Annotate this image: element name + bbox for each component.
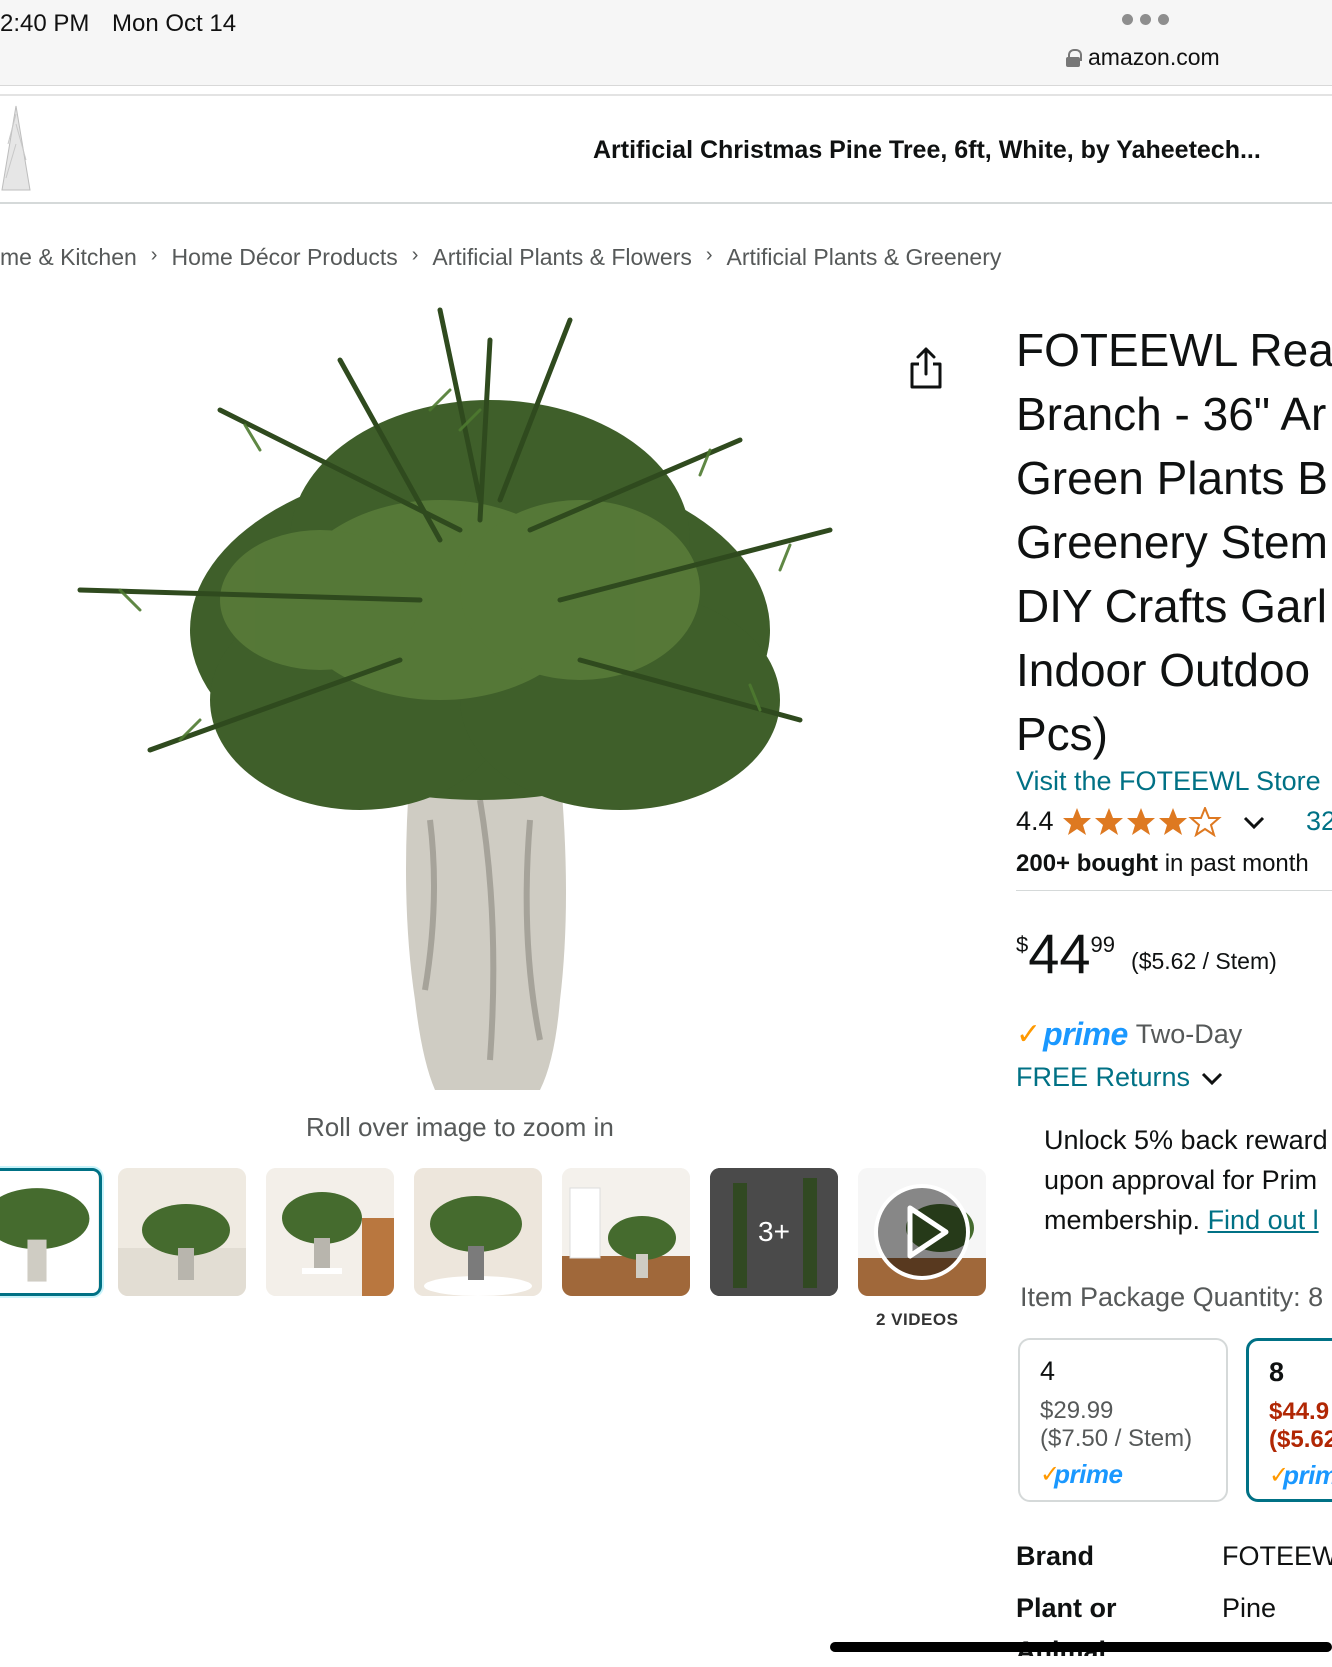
- quantity-unit-price: ($5.62: [1269, 1426, 1332, 1453]
- price-whole: 44: [1028, 922, 1091, 985]
- quantity-prime: ✓prim: [1269, 1460, 1332, 1491]
- url-text: amazon.com: [1088, 44, 1220, 70]
- videos-label[interactable]: 2 VIDEOS: [876, 1310, 958, 1330]
- price-symbol: $: [1016, 932, 1029, 957]
- quantity-price: $29.99: [1040, 1397, 1114, 1424]
- spec-value-brand: FOTEEW: [1222, 1541, 1332, 1571]
- main-product-image[interactable]: [60, 300, 890, 1100]
- more-dots-icon[interactable]: [1122, 14, 1169, 25]
- quantity-option-4[interactable]: 4 $29.99 ($7.50 / Stem) ✓ prime: [1018, 1338, 1228, 1502]
- chevron-down-icon[interactable]: [1242, 810, 1266, 834]
- free-returns-link[interactable]: FREE Returns: [1016, 1062, 1224, 1093]
- breadcrumb-link[interactable]: Artificial Plants & Greenery: [727, 244, 1002, 271]
- thumbnail-3[interactable]: [266, 1168, 394, 1296]
- sponsored-product-title[interactable]: Artificial Christmas Pine Tree, 6ft, Whi…: [593, 136, 1261, 165]
- bought-period: in past month: [1158, 850, 1309, 877]
- home-indicator[interactable]: [830, 1642, 1332, 1652]
- thumbnail-2[interactable]: [118, 1168, 246, 1296]
- zoom-hint: Roll over image to zoom in: [306, 1112, 614, 1142]
- quantity-unit-price: ($7.50 / Stem): [1040, 1425, 1193, 1452]
- breadcrumb-link[interactable]: me & Kitchen: [0, 244, 137, 271]
- price-per-unit: ($5.62 / Stem): [1131, 948, 1277, 974]
- status-bar: 2:40 PM Mon Oct 14 amazon.com: [0, 0, 1332, 86]
- spec-value-plant: Pine: [1222, 1593, 1277, 1623]
- spec-label-plant: Plant or: [1016, 1593, 1117, 1623]
- spec-label-brand: Brand: [1016, 1541, 1095, 1571]
- thumbnail-video[interactable]: [858, 1168, 986, 1296]
- breadcrumb-separator-icon: ›: [705, 244, 713, 266]
- sponsored-tree-thumbnail[interactable]: [0, 104, 36, 196]
- more-images-count: 3+: [758, 1216, 790, 1247]
- star-rating-icon: [1062, 806, 1234, 837]
- free-returns-label: FREE Returns: [1016, 1062, 1191, 1092]
- breadcrumb-link[interactable]: Artificial Plants & Flowers: [432, 244, 691, 271]
- rating-row[interactable]: 4.4: [1016, 806, 1266, 837]
- thumbnail-5[interactable]: [562, 1168, 690, 1296]
- divider: [1016, 890, 1332, 891]
- rating-value: 4.4: [1016, 806, 1054, 836]
- rewards-promo: Unlock 5% back reward upon approval for …: [1044, 1120, 1328, 1240]
- address-bar[interactable]: amazon.com: [1066, 44, 1220, 71]
- product-title: FOTEEWL Real Branch - 36" Ar Green Plant…: [1016, 324, 1332, 760]
- chevron-down-icon: [1202, 1072, 1223, 1085]
- sticky-product-header[interactable]: Artificial Christmas Pine Tree, 6ft, Whi…: [0, 94, 1332, 204]
- status-date: Mon Oct 14: [112, 10, 237, 37]
- breadcrumb-link[interactable]: Home Décor Products: [171, 244, 397, 271]
- price: $ 44 99 ($5.62 / Stem): [1016, 924, 1277, 984]
- prime-logo: prim: [1283, 1460, 1332, 1490]
- prime-logo: prime: [1043, 1016, 1128, 1052]
- lock-icon: [1066, 48, 1082, 67]
- quantity-prime: ✓ prime: [1040, 1459, 1206, 1490]
- share-icon[interactable]: [908, 346, 944, 390]
- bought-in-past-month: 200+ bought in past month: [1016, 850, 1309, 878]
- price-fraction: 99: [1090, 932, 1116, 957]
- prime-logo: prime: [1054, 1459, 1123, 1489]
- quantity-label: Item Package Quantity: 8: [1020, 1282, 1324, 1312]
- rating-count-link[interactable]: 32: [1306, 806, 1332, 837]
- breadcrumb-separator-icon: ›: [150, 244, 158, 266]
- quantity-option-8[interactable]: 8 $44.9 ($5.62 ✓prim: [1246, 1338, 1332, 1502]
- thumbnail-4[interactable]: [414, 1168, 542, 1296]
- quantity-number: 8: [1269, 1357, 1285, 1387]
- breadcrumb-separator-icon: ›: [411, 244, 419, 266]
- quantity-number: 4: [1040, 1356, 1056, 1386]
- prime-delivery-speed: Two-Day: [1135, 1019, 1243, 1049]
- status-time: 2:40 PM: [0, 10, 90, 37]
- prime-delivery: ✓ prime Two-Day: [1016, 1016, 1242, 1053]
- thumbnail-1[interactable]: [0, 1168, 102, 1296]
- thumbnail-strip: 3+: [0, 1168, 986, 1308]
- find-out-link[interactable]: Find out l: [1208, 1205, 1319, 1235]
- bought-count: 200+ bought: [1016, 850, 1159, 877]
- prime-check-icon: ✓: [1016, 1018, 1042, 1051]
- breadcrumb: me & Kitchen › Home Décor Products › Art…: [0, 244, 1001, 271]
- thumbnail-more[interactable]: 3+: [710, 1168, 838, 1296]
- store-link[interactable]: Visit the FOTEEWL Store: [1016, 766, 1321, 797]
- quantity-price: $44.9: [1269, 1398, 1330, 1425]
